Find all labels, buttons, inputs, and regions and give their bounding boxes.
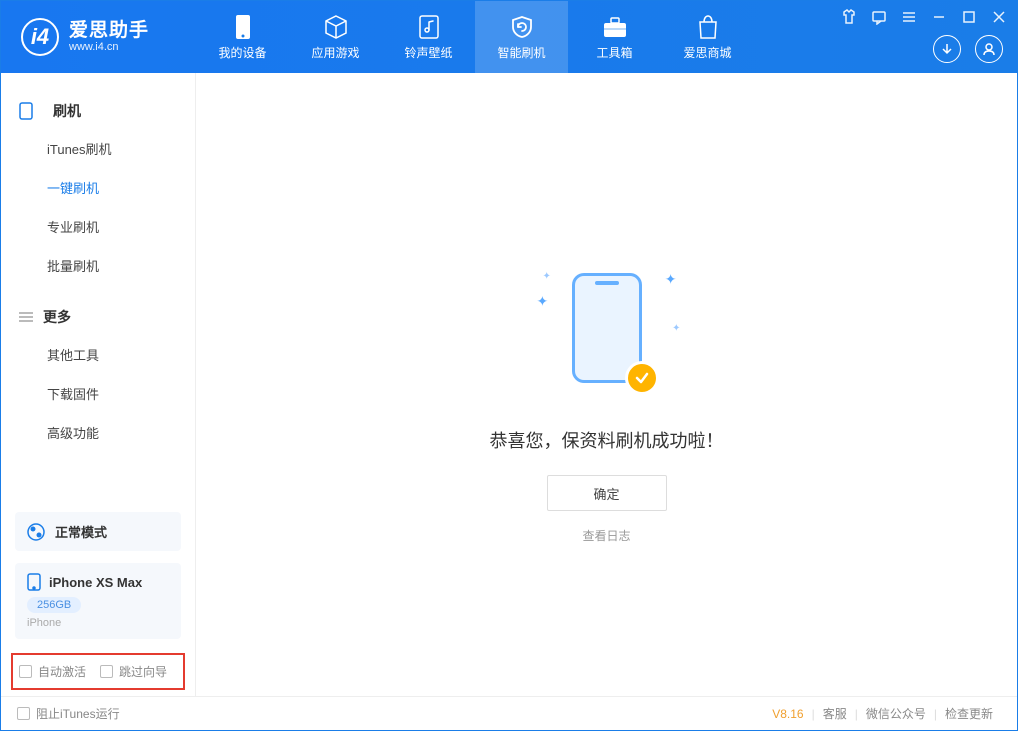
sidebar-item-download-firmware[interactable]: 下载固件 xyxy=(1,374,195,413)
sidebar-item-advanced[interactable]: 高级功能 xyxy=(1,413,195,452)
nav-store[interactable]: 爱思商城 xyxy=(661,1,754,73)
shopping-bag-icon xyxy=(695,14,721,40)
toolbox-icon xyxy=(602,14,628,40)
footer-check-update[interactable]: 检查更新 xyxy=(937,705,1001,722)
footer-support[interactable]: 客服 xyxy=(815,705,855,722)
storage-badge: 256GB xyxy=(27,597,81,613)
checkbox-block-itunes[interactable]: 阻止iTunes运行 xyxy=(17,705,120,722)
nav-ringtones[interactable]: 铃声壁纸 xyxy=(382,1,475,73)
maximize-button[interactable] xyxy=(959,7,979,27)
sidebar-item-other-tools[interactable]: 其他工具 xyxy=(1,335,195,374)
options-row: 自动激活 跳过向导 xyxy=(11,653,185,690)
download-icon[interactable] xyxy=(933,35,961,63)
skin-icon[interactable] xyxy=(839,7,859,27)
nav-apps-games[interactable]: 应用游戏 xyxy=(289,1,382,73)
sidebar-section-more: 更多 xyxy=(1,299,195,335)
logo-area: i4 爱思助手 www.i4.cn xyxy=(1,18,196,56)
nav-smart-flash[interactable]: 智能刷机 xyxy=(475,1,568,73)
app-site: www.i4.cn xyxy=(69,41,149,53)
device-type: iPhone xyxy=(27,617,169,629)
sidebar: 刷机 iTunes刷机 一键刷机 专业刷机 批量刷机 更多 其他工具 下载固件 … xyxy=(1,73,196,696)
sidebar-section-flash: 刷机 xyxy=(1,93,195,129)
device-box[interactable]: iPhone XS Max 256GB iPhone xyxy=(15,563,181,639)
header: i4 爱思助手 www.i4.cn 我的设备 应用游戏 铃声壁纸 智能刷机 xyxy=(1,1,1017,73)
version-label: V8.16 xyxy=(772,707,803,721)
device-name: iPhone XS Max xyxy=(49,575,142,590)
header-right-icons xyxy=(933,35,1003,63)
feedback-icon[interactable] xyxy=(869,7,889,27)
mode-box[interactable]: 正常模式 xyxy=(15,512,181,551)
phone-icon xyxy=(19,102,33,120)
main-nav: 我的设备 应用游戏 铃声壁纸 智能刷机 工具箱 爱思商城 xyxy=(196,1,754,73)
footer: 阻止iTunes运行 V8.16 | 客服 | 微信公众号 | 检查更新 xyxy=(1,696,1017,730)
nav-my-device[interactable]: 我的设备 xyxy=(196,1,289,73)
music-file-icon xyxy=(416,14,442,40)
logo-text: 爱思助手 www.i4.cn xyxy=(69,21,149,54)
nav-toolbox[interactable]: 工具箱 xyxy=(568,1,661,73)
mode-label: 正常模式 xyxy=(55,522,107,541)
app-logo-icon: i4 xyxy=(21,18,59,56)
checkbox-skip-guide[interactable]: 跳过向导 xyxy=(100,663,167,680)
sidebar-item-batch-flash[interactable]: 批量刷机 xyxy=(1,246,195,285)
section-title: 刷机 xyxy=(53,101,81,121)
main-content: ✦ ✦ ✦ ✦ 恭喜您，保资料刷机成功啦！ 确定 查看日志 xyxy=(196,73,1017,696)
window-controls xyxy=(839,7,1009,27)
success-illustration: ✦ ✦ ✦ ✦ xyxy=(537,263,677,403)
view-log-link[interactable]: 查看日志 xyxy=(582,527,630,544)
app-name: 爱思助手 xyxy=(69,21,149,42)
hamburger-icon xyxy=(19,312,33,322)
sidebar-item-onekey-flash[interactable]: 一键刷机 xyxy=(1,168,195,207)
device-icon xyxy=(230,14,256,40)
body: 刷机 iTunes刷机 一键刷机 专业刷机 批量刷机 更多 其他工具 下载固件 … xyxy=(1,73,1017,696)
device-small-icon xyxy=(27,573,41,591)
minimize-button[interactable] xyxy=(929,7,949,27)
confirm-button[interactable]: 确定 xyxy=(547,475,667,511)
success-message: 恭喜您，保资料刷机成功啦！ xyxy=(490,427,724,453)
check-badge-icon xyxy=(625,361,659,395)
section-title: 更多 xyxy=(43,307,71,327)
app-window: i4 爱思助手 www.i4.cn 我的设备 应用游戏 铃声壁纸 智能刷机 xyxy=(0,0,1018,731)
menu-icon[interactable] xyxy=(899,7,919,27)
checkbox-auto-activate[interactable]: 自动激活 xyxy=(19,663,86,680)
cube-icon xyxy=(323,14,349,40)
footer-wechat[interactable]: 微信公众号 xyxy=(858,705,934,722)
sidebar-item-pro-flash[interactable]: 专业刷机 xyxy=(1,207,195,246)
mode-icon xyxy=(27,523,45,541)
user-icon[interactable] xyxy=(975,35,1003,63)
sidebar-item-itunes-flash[interactable]: iTunes刷机 xyxy=(1,129,195,168)
refresh-shield-icon xyxy=(509,14,535,40)
close-button[interactable] xyxy=(989,7,1009,27)
